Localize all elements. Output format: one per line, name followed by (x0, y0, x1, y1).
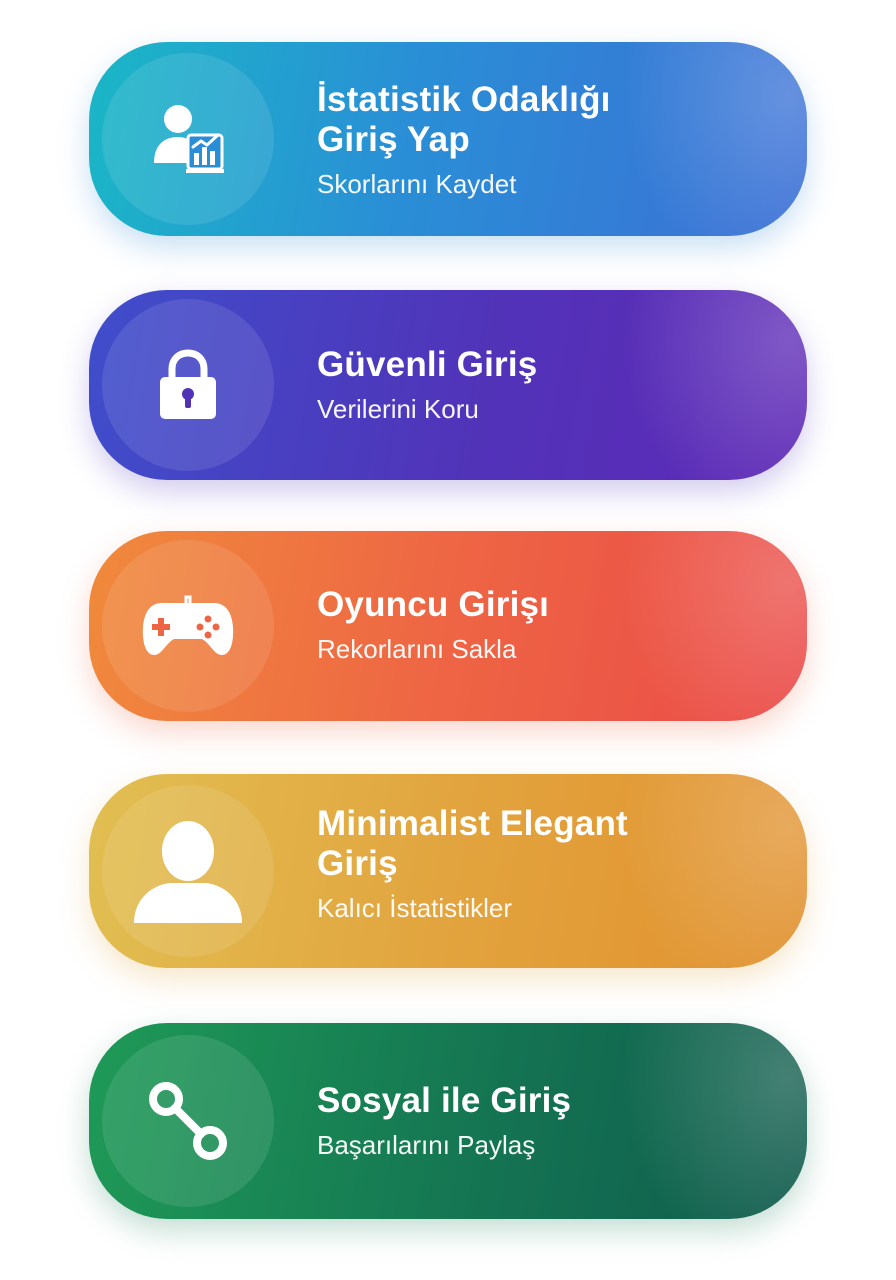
card-subtitle: Başarılarını Paylaş (317, 1130, 536, 1160)
card-title: Minimalist Elegant (317, 804, 628, 843)
card-title: İstatistik Odaklığı (317, 80, 611, 119)
user-icon (134, 821, 242, 923)
card-subtitle: Verilerini Koru (317, 394, 479, 424)
card-title-line2: Giriş Yap (317, 120, 470, 159)
card-title: Sosyal ile Giriş (317, 1081, 572, 1120)
gamepad-icon (142, 595, 234, 655)
card-subtitle: Rekorlarını Sakla (317, 634, 517, 664)
card-subtitle: Kalıcı İstatistikler (317, 893, 513, 923)
card-subtitle: Skorlarını Kaydet (317, 169, 517, 199)
card-text: Minimalist Elegant Giriş Kalıcı İstatist… (317, 804, 767, 924)
login-options-screen: İstatistik Odaklığı Giriş Yap Skorlarını… (0, 0, 896, 1280)
user-stats-icon (154, 105, 224, 173)
social-login-button[interactable]: Sosyal ile Giriş Başarılarını Paylaş (89, 1023, 807, 1219)
card-title: Oyuncu Girişı (317, 585, 550, 624)
icon-circle (102, 1035, 274, 1207)
card-text: Sosyal ile Giriş Başarılarını Paylaş (317, 1081, 767, 1161)
secure-login-button[interactable]: Güvenli Giriş Verilerini Koru (89, 290, 807, 480)
card-title-line2: Giriş (317, 844, 398, 883)
stats-login-button[interactable]: İstatistik Odaklığı Giriş Yap Skorlarını… (89, 42, 807, 236)
icon-circle (102, 53, 274, 225)
minimalist-login-button[interactable]: Minimalist Elegant Giriş Kalıcı İstatist… (89, 774, 807, 968)
link-icon (149, 1082, 227, 1160)
icon-circle (102, 785, 274, 957)
lock-icon (160, 349, 216, 419)
card-title: Güvenli Giriş (317, 345, 538, 384)
card-text: Güvenli Giriş Verilerini Koru (317, 345, 767, 425)
card-text: İstatistik Odaklığı Giriş Yap Skorlarını… (317, 80, 767, 200)
icon-circle (102, 299, 274, 471)
player-login-button[interactable]: Oyuncu Girişı Rekorlarını Sakla (89, 531, 807, 721)
card-text: Oyuncu Girişı Rekorlarını Sakla (317, 585, 767, 665)
icon-circle (102, 540, 274, 712)
